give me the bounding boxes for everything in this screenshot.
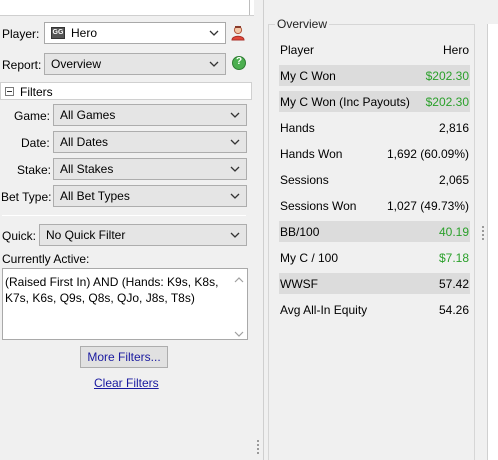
scroll-down-icon[interactable] xyxy=(234,327,244,337)
filters-title: Filters xyxy=(20,85,53,99)
splitter-grip[interactable] xyxy=(482,226,484,228)
stat-row[interactable]: WWSF 57.42 xyxy=(279,273,470,294)
hero-column-header: Hero xyxy=(442,43,469,57)
currently-active-label: Currently Active: xyxy=(2,252,90,266)
chevron-down-icon xyxy=(209,57,219,71)
chevron-down-icon xyxy=(230,162,240,176)
report-value: Overview xyxy=(51,57,102,71)
side-pane-edge xyxy=(487,24,498,460)
stat-value: 57.42 xyxy=(438,277,469,291)
game-value: All Games xyxy=(60,108,116,122)
quick-filter-value: No Quick Filter xyxy=(46,228,126,242)
chevron-down-icon xyxy=(230,189,240,203)
bet-type-select[interactable]: All Bet Types xyxy=(53,185,247,207)
stat-value: 1,692 (60.09%) xyxy=(386,147,469,161)
report-select[interactable]: Overview xyxy=(44,53,226,75)
stat-value: 2,816 xyxy=(438,121,469,135)
splitter-grip[interactable] xyxy=(257,444,259,446)
active-filters-textarea[interactable]: (Raised First In) AND (Hands: K9s, K8s, … xyxy=(2,268,248,340)
stat-value: 40.19 xyxy=(438,225,469,239)
stat-label: WWSF xyxy=(280,277,318,291)
stake-select[interactable]: All Stakes xyxy=(53,158,247,180)
chevron-down-icon xyxy=(209,26,219,40)
game-select[interactable]: All Games xyxy=(53,104,247,126)
splitter-grip[interactable] xyxy=(482,234,484,236)
chevron-down-icon xyxy=(230,135,240,149)
stake-value: All Stakes xyxy=(60,162,114,176)
bet-type-label: Bet Type: xyxy=(1,190,52,204)
date-select[interactable]: All Dates xyxy=(53,131,247,153)
overview-header-row: Player Hero xyxy=(279,39,470,60)
stat-label: Sessions xyxy=(280,173,329,187)
stat-row[interactable]: My C Won (Inc Payouts) $202.30 xyxy=(279,91,470,112)
stat-value: 1,027 (49.73%) xyxy=(386,199,469,213)
splitter-grip[interactable] xyxy=(257,448,259,450)
date-label: Date: xyxy=(21,136,50,150)
player-avatar-icon[interactable] xyxy=(230,25,246,41)
quick-filter-select[interactable]: No Quick Filter xyxy=(39,224,247,246)
help-icon[interactable] xyxy=(232,56,246,70)
chevron-down-icon xyxy=(230,228,240,242)
stat-label: My C Won (Inc Payouts) xyxy=(280,95,410,109)
player-column-header: Player xyxy=(280,43,315,57)
splitter-grip[interactable] xyxy=(257,452,259,454)
stat-value: 54.26 xyxy=(438,303,469,317)
scroll-up-icon[interactable] xyxy=(234,273,244,283)
stat-label: Avg All-In Equity xyxy=(280,303,368,317)
top-strip xyxy=(0,0,254,16)
active-filters-text: (Raised First In) AND (Hands: K9s, K8s, … xyxy=(5,275,219,305)
stat-label: Hands Won xyxy=(280,147,343,161)
stat-row[interactable]: Sessions Won 1,027 (49.73%) xyxy=(279,195,470,216)
poker-site-icon: GG xyxy=(51,27,65,39)
splitter-grip[interactable] xyxy=(482,230,484,232)
player-select[interactable]: GG Hero xyxy=(44,22,226,44)
report-label: Report: xyxy=(2,58,42,72)
stat-row[interactable]: Sessions 2,065 xyxy=(279,169,470,190)
more-filters-label: More Filters... xyxy=(87,350,161,364)
stat-label: Hands xyxy=(280,121,315,135)
stat-row[interactable]: My C Won $202.30 xyxy=(279,65,470,86)
stat-value: $202.30 xyxy=(425,95,469,109)
bet-type-value: All Bet Types xyxy=(60,189,130,203)
filter-panel: Player: GG Hero Report: Overview Filters… xyxy=(0,0,254,460)
divider xyxy=(2,215,246,216)
game-label: Game: xyxy=(14,109,51,123)
overview-groupbox xyxy=(268,24,475,460)
stat-row[interactable]: Hands 2,816 xyxy=(279,117,470,138)
splitter-grip[interactable] xyxy=(482,238,484,240)
stat-label: My C Won xyxy=(280,69,336,83)
stat-label: BB/100 xyxy=(280,225,320,239)
clear-filters-link[interactable]: Clear Filters xyxy=(94,376,159,390)
player-label: Player: xyxy=(2,27,40,41)
more-filters-button[interactable]: More Filters... xyxy=(80,346,168,368)
overview-title: Overview xyxy=(275,17,330,31)
stat-row[interactable]: My C / 100 $7.18 xyxy=(279,247,470,268)
stat-row[interactable]: Hands Won 1,692 (60.09%) xyxy=(279,143,470,164)
player-value: Hero xyxy=(71,26,98,40)
stat-label: My C / 100 xyxy=(280,251,339,265)
stat-row[interactable]: Avg All-In Equity 54.26 xyxy=(279,299,470,320)
stat-value: $202.30 xyxy=(425,69,469,83)
stat-value: $7.18 xyxy=(438,251,469,265)
stat-label: Sessions Won xyxy=(280,199,357,213)
splitter-grip[interactable] xyxy=(257,440,259,442)
filters-section-header[interactable]: Filters xyxy=(0,82,252,100)
report-panel: Overview Player Hero My C Won $202.30 My C… xyxy=(263,0,498,460)
chevron-down-icon xyxy=(230,108,240,122)
stat-row[interactable]: BB/100 40.19 xyxy=(279,221,470,242)
stat-value: 2,065 xyxy=(438,173,469,187)
textarea-scrollbar[interactable] xyxy=(231,269,247,339)
stake-label: Stake: xyxy=(17,163,52,177)
collapse-icon[interactable] xyxy=(5,87,14,96)
quick-label: Quick: xyxy=(2,229,37,243)
date-value: All Dates xyxy=(60,135,109,149)
